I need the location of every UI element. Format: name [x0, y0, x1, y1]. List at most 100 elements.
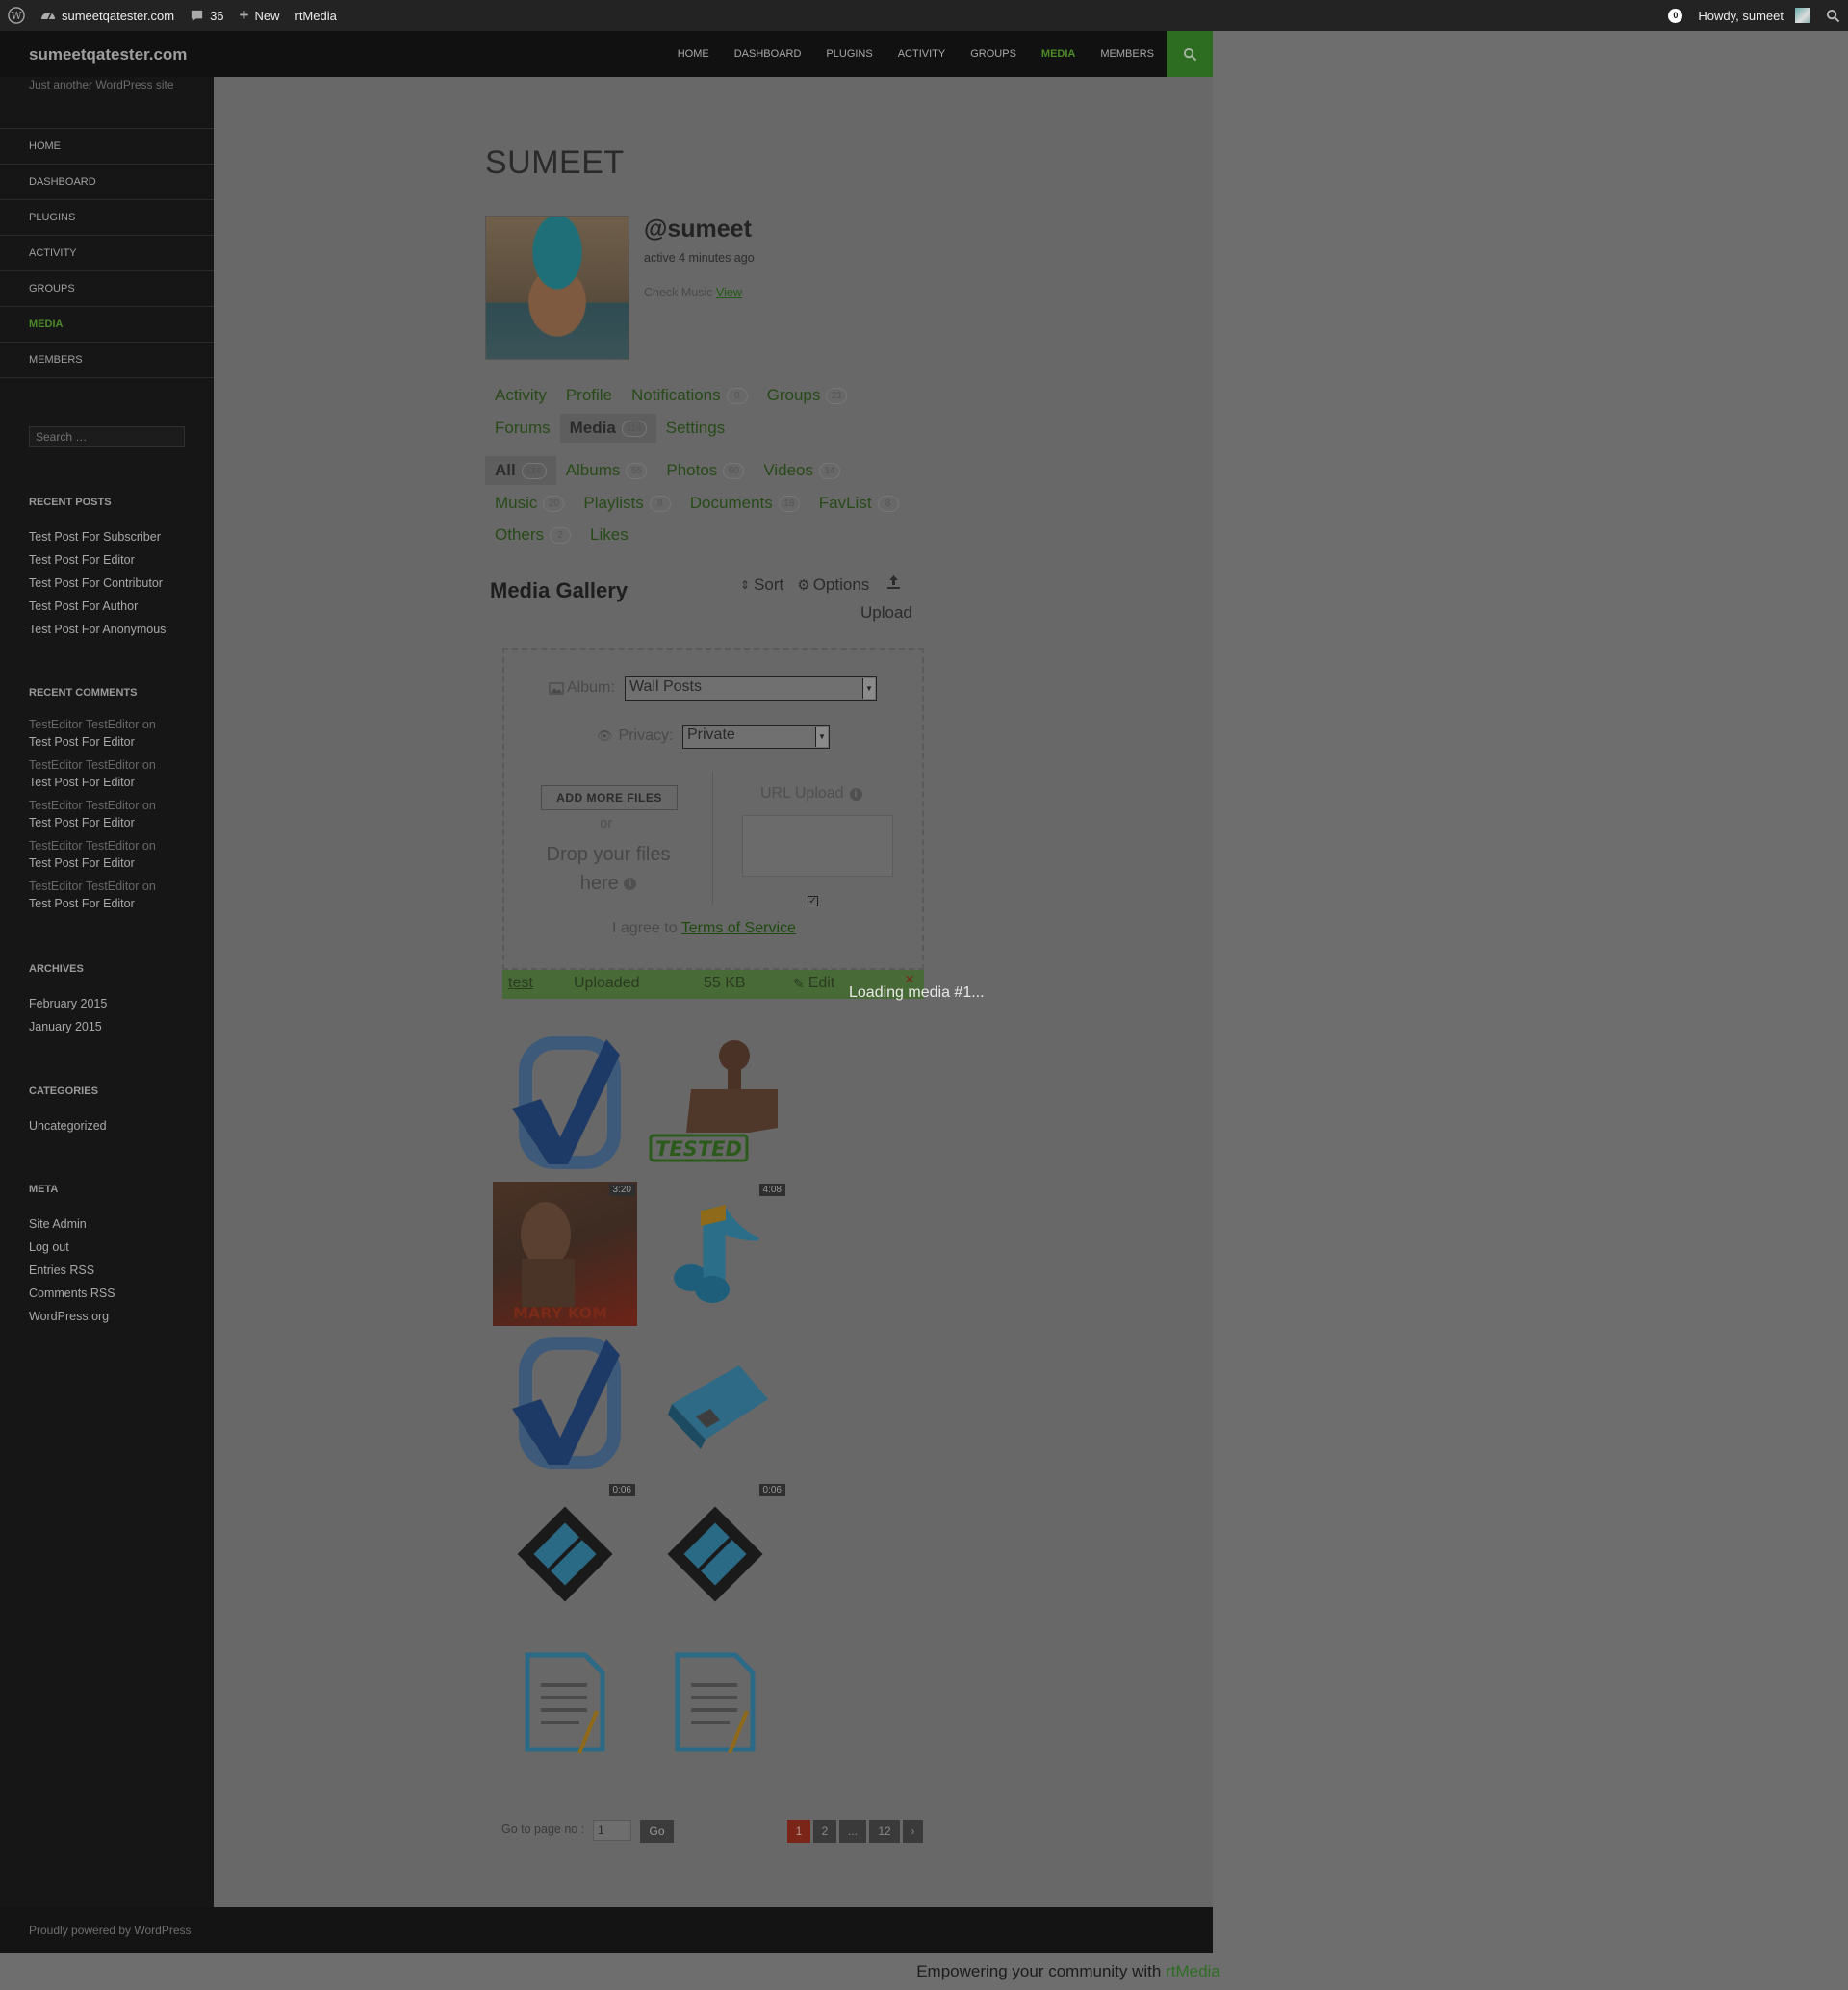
- nav-item-dashboard[interactable]: DASHBOARD: [722, 31, 814, 77]
- page-12-button[interactable]: 12: [869, 1820, 900, 1843]
- admin-search-button[interactable]: [1818, 0, 1848, 31]
- media-thumbnail[interactable]: [643, 1632, 787, 1776]
- tab-settings[interactable]: Settings: [656, 414, 734, 443]
- wp-logo-menu[interactable]: W: [0, 0, 33, 31]
- category-link[interactable]: Uncategorized: [29, 1114, 202, 1137]
- go-button[interactable]: Go: [640, 1820, 674, 1843]
- subtab-albums[interactable]: Albums 55: [556, 456, 657, 485]
- recent-post-link[interactable]: Test Post For Contributor: [29, 572, 202, 595]
- status-view-link[interactable]: View: [716, 286, 742, 299]
- tab-forums[interactable]: Forums: [485, 414, 560, 443]
- url-upload-input[interactable]: [742, 815, 893, 877]
- comment-author-link[interactable]: TestEditor TestEditor on: [29, 837, 202, 855]
- profile-avatar[interactable]: [485, 216, 629, 360]
- comment-author-link[interactable]: TestEditor TestEditor on: [29, 878, 202, 895]
- album-select[interactable]: Wall Posts ▼: [625, 676, 877, 701]
- rtmedia-link[interactable]: rtMedia: [1166, 1962, 1220, 1980]
- options-button[interactable]: ⚙ Options: [797, 574, 869, 595]
- archive-link[interactable]: February 2015: [29, 992, 202, 1015]
- meta-link[interactable]: Site Admin: [29, 1212, 202, 1236]
- add-files-button[interactable]: ADD MORE FILES: [541, 785, 678, 810]
- sidebar-item-dashboard[interactable]: DASHBOARD: [0, 165, 214, 200]
- subtab-others[interactable]: Others 2: [485, 521, 580, 549]
- comment-author-link[interactable]: TestEditor TestEditor on: [29, 716, 202, 733]
- page-1-button[interactable]: 1: [787, 1820, 810, 1843]
- media-thumbnail[interactable]: 0:06: [643, 1482, 787, 1626]
- page-2-button[interactable]: 2: [813, 1820, 836, 1843]
- meta-link[interactable]: Entries RSS: [29, 1259, 202, 1282]
- media-thumbnail[interactable]: 4:08: [643, 1182, 787, 1326]
- comment-post-link[interactable]: Test Post For Editor: [29, 774, 202, 791]
- tab-activity[interactable]: Activity: [485, 381, 556, 410]
- edit-button[interactable]: ✎ Edit: [793, 975, 834, 992]
- subtab-videos[interactable]: Videos 14: [754, 456, 850, 485]
- sidebar-item-groups[interactable]: GROUPS: [0, 271, 214, 307]
- recent-post-link[interactable]: Test Post For Author: [29, 595, 202, 618]
- upload-icon: [887, 575, 901, 589]
- subtab-music[interactable]: Music 20: [485, 489, 574, 518]
- site-name-menu[interactable]: sumeetqatester.com: [33, 0, 182, 31]
- terms-link[interactable]: Terms of Service: [681, 920, 796, 936]
- nav-item-groups[interactable]: GROUPS: [958, 31, 1029, 77]
- nav-item-home[interactable]: HOME: [665, 31, 722, 77]
- media-thumbnail[interactable]: [493, 1032, 637, 1176]
- footer-credit-link[interactable]: Proudly powered by WordPress: [29, 1924, 192, 1937]
- nav-item-activity[interactable]: ACTIVITY: [886, 31, 959, 77]
- recent-post-link[interactable]: Test Post For Subscriber: [29, 525, 202, 549]
- comment-author-link[interactable]: TestEditor TestEditor on: [29, 797, 202, 814]
- comment-author-link[interactable]: TestEditor TestEditor on: [29, 756, 202, 774]
- notifications-menu[interactable]: 0: [1660, 0, 1690, 31]
- subtab-all[interactable]: All 114: [485, 456, 556, 485]
- comment-post-link[interactable]: Test Post For Editor: [29, 855, 202, 872]
- upload-button[interactable]: Upload: [860, 603, 912, 623]
- recent-post-link[interactable]: Test Post For Editor: [29, 549, 202, 572]
- subtab-likes[interactable]: Likes: [580, 521, 638, 549]
- terms-checkbox[interactable]: ✓: [808, 896, 818, 906]
- sidebar-search-input[interactable]: [29, 426, 185, 447]
- search-toggle-button[interactable]: [1167, 31, 1213, 77]
- nav-item-members[interactable]: MEMBERS: [1088, 31, 1167, 77]
- media-nav-row-2: Music 20 Playlists 8 Documents 18 FavList 8: [485, 489, 909, 518]
- media-thumbnail[interactable]: [493, 1632, 637, 1776]
- subtab-playlists[interactable]: Playlists 8: [574, 489, 680, 518]
- profile-nav-row-2: Forums Media 114 Settings: [485, 414, 734, 443]
- nav-item-plugins[interactable]: PLUGINS: [813, 31, 885, 77]
- tab-groups[interactable]: Groups 21: [757, 381, 858, 410]
- meta-link[interactable]: Comments RSS: [29, 1282, 202, 1305]
- upload-icon-button[interactable]: [886, 574, 901, 595]
- next-page-button[interactable]: ›: [903, 1820, 923, 1843]
- uploaded-file-name[interactable]: test: [508, 975, 533, 992]
- my-account-menu[interactable]: Howdy, sumeet: [1690, 0, 1818, 31]
- meta-link[interactable]: WordPress.org: [29, 1305, 202, 1328]
- tab-profile[interactable]: Profile: [556, 381, 622, 410]
- media-thumbnail[interactable]: 0:06: [493, 1482, 637, 1626]
- tab-media[interactable]: Media 114: [559, 414, 656, 443]
- sidebar-item-media[interactable]: MEDIA: [0, 307, 214, 343]
- media-thumbnail[interactable]: TESTED: [643, 1032, 787, 1176]
- site-title[interactable]: sumeetqatester.com: [29, 45, 187, 64]
- tab-notifications[interactable]: Notifications 0: [622, 381, 757, 410]
- comment-post-link[interactable]: Test Post For Editor: [29, 814, 202, 831]
- sidebar-item-activity[interactable]: ACTIVITY: [0, 236, 214, 271]
- nav-item-media[interactable]: MEDIA: [1029, 31, 1088, 77]
- comment-post-link[interactable]: Test Post For Editor: [29, 733, 202, 751]
- media-thumbnail[interactable]: MARY KOM 3:20: [493, 1182, 637, 1326]
- goto-page-input[interactable]: [593, 1820, 631, 1841]
- rtmedia-menu[interactable]: rtMedia: [287, 0, 344, 31]
- meta-link[interactable]: Log out: [29, 1236, 202, 1259]
- privacy-select[interactable]: Private ▼: [682, 725, 830, 749]
- archive-link[interactable]: January 2015: [29, 1015, 202, 1038]
- comments-menu[interactable]: 36: [182, 0, 231, 31]
- sidebar-item-plugins[interactable]: PLUGINS: [0, 200, 214, 236]
- sort-button[interactable]: ⇕ Sort: [740, 574, 783, 595]
- recent-post-link[interactable]: Test Post For Anonymous: [29, 618, 202, 641]
- sidebar-item-home[interactable]: HOME: [0, 129, 214, 165]
- media-thumbnail[interactable]: [493, 1332, 637, 1476]
- subtab-favlist[interactable]: FavList 8: [809, 489, 909, 518]
- subtab-photos[interactable]: Photos 60: [656, 456, 754, 485]
- media-thumbnail[interactable]: [643, 1332, 787, 1476]
- comment-post-link[interactable]: Test Post For Editor: [29, 895, 202, 912]
- new-content-menu[interactable]: + New: [232, 0, 288, 31]
- subtab-documents[interactable]: Documents 18: [680, 489, 809, 518]
- sidebar-item-members[interactable]: MEMBERS: [0, 343, 214, 378]
